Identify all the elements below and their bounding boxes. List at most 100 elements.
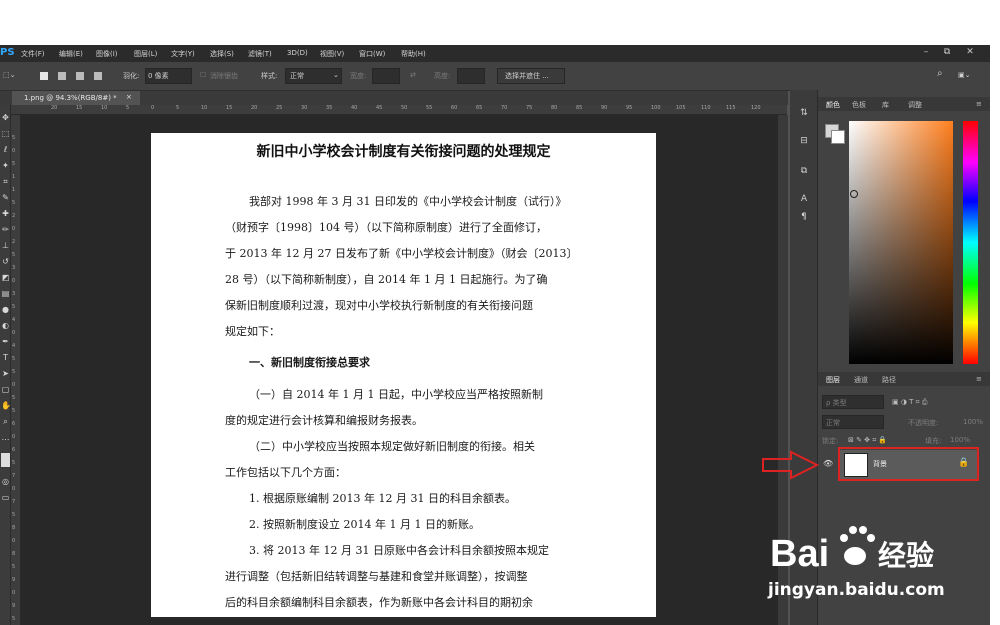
width-input[interactable] [372, 68, 400, 84]
tab-layers[interactable]: 图层 [826, 375, 840, 385]
feather-value: 0 像素 [148, 72, 169, 80]
tab-channels[interactable]: 通道 [854, 375, 868, 385]
zoom-tool-icon[interactable]: ⌕ [1, 417, 10, 427]
shape-tool-icon[interactable]: ▢ [1, 385, 10, 395]
menu-window[interactable]: 窗口(W) [359, 49, 385, 59]
tab-swatches[interactable]: 色板 [852, 100, 866, 110]
gradient-tool-icon[interactable]: ▤ [1, 289, 10, 299]
doc-line: 规定如下： [225, 325, 280, 338]
lasso-tool-icon[interactable]: ℓ [1, 145, 10, 155]
tab-libraries[interactable]: 库 [882, 100, 889, 110]
hue-slider[interactable] [963, 121, 978, 364]
menu-3d[interactable]: 3D(D) [287, 49, 308, 57]
ruler-tick: 20 [251, 105, 258, 111]
actions-panel-icon[interactable]: ⧉ [796, 164, 812, 178]
minimize-button[interactable]: – [918, 46, 934, 59]
properties-panel-icon[interactable]: ⊟ [796, 134, 812, 148]
path-select-icon[interactable]: ➤ [1, 369, 10, 379]
healing-brush-icon[interactable]: ✚ [1, 209, 10, 219]
doc-line: 于 2013 年 12 月 27 日发布了新《中小学校会计制度》（财会〔2013… [225, 247, 578, 260]
ruler-tick: 30 [301, 105, 308, 111]
ruler-tick: 0 [12, 590, 16, 596]
ruler-tick: 2 [12, 213, 16, 219]
quick-mask-icon[interactable]: ◎ [1, 477, 10, 487]
ruler-tick: 115 [726, 105, 736, 111]
ruler-tick: 75 [526, 105, 533, 111]
foreground-color-swatch[interactable] [1, 453, 10, 467]
options-bar: ⬚⌄ 羽化: 0 像素 ☐ 消除锯齿 样式: 正常 ⌄ 宽度: ⇄ 高度: 选择… [0, 62, 990, 91]
annotation-arrow-icon [762, 450, 820, 480]
ruler-tick: 105 [676, 105, 686, 111]
pen-tool-icon[interactable]: ✒ [1, 337, 10, 347]
search-icon[interactable]: ⌕ [937, 68, 943, 79]
doc-line: 28 号）（以下简称新制度），自 2014 年 1 月 1 日起施行。为了确 [225, 273, 548, 286]
eye-icon[interactable]: 👁 [823, 459, 833, 468]
color-picker-handle[interactable] [850, 190, 858, 198]
stamp-tool-icon[interactable]: ⊥ [1, 241, 10, 251]
dodge-tool-icon[interactable]: ◐ [1, 321, 10, 331]
menu-view[interactable]: 视图(V) [320, 49, 344, 59]
eyedropper-icon[interactable]: ✎ [1, 193, 10, 203]
hand-tool-icon[interactable]: ✋ [1, 401, 11, 411]
marquee-tool-icon[interactable]: ⬚⌄ [3, 71, 15, 79]
menu-file[interactable]: 文件(F) [21, 49, 45, 59]
ruler-tick: 5 [12, 304, 16, 310]
menu-layer[interactable]: 图层(L) [134, 49, 157, 59]
menu-image[interactable]: 图像(I) [96, 49, 118, 59]
subtract-selection-icon[interactable] [76, 72, 84, 80]
history-panel-icon[interactable]: ⇅ [796, 106, 812, 120]
ruler-tick: 5 [12, 369, 16, 375]
panel-menu-icon[interactable]: ≡ [976, 100, 982, 108]
menu-edit[interactable]: 编辑(E) [59, 49, 83, 59]
ruler-tick: 10 [201, 105, 208, 111]
opacity-value[interactable]: 100% [963, 418, 1000, 432]
ruler-tick: 110 [701, 105, 711, 111]
color-spectrum[interactable] [849, 121, 953, 364]
crop-tool-icon[interactable]: ⌗ [1, 177, 10, 187]
style-value: 正常 [290, 72, 304, 80]
ruler-tick: 70 [501, 105, 508, 111]
doc-line: （二）中小学校应当按照本规定做好新旧制度的衔接。相关 [249, 440, 535, 453]
background-swatch[interactable] [831, 130, 845, 144]
type-tool-icon[interactable]: T [1, 353, 10, 363]
workspace-icon[interactable]: ▣⌄ [958, 71, 970, 79]
restore-button[interactable]: ⧉ [939, 46, 955, 59]
eraser-tool-icon[interactable]: ◩ [1, 273, 10, 283]
tab-paths[interactable]: 路径 [882, 375, 896, 385]
antialias-checkbox[interactable]: ☐ [200, 71, 206, 79]
menu-help[interactable]: 帮助(H) [401, 49, 426, 59]
document-tab[interactable]: 1.png @ 94.3%(RGB/8#) * × [12, 91, 140, 105]
menu-type[interactable]: 文字(Y) [171, 49, 195, 59]
new-selection-icon[interactable] [40, 72, 48, 80]
history-brush-icon[interactable]: ↺ [1, 257, 10, 267]
tab-color[interactable]: 颜色 [826, 100, 840, 110]
swap-icon[interactable]: ⇄ [410, 71, 416, 79]
close-window-button[interactable]: ✕ [962, 46, 978, 59]
toolbox: ✥ ⬚ ℓ ✦ ⌗ ✎ ✚ ✏ ⊥ ↺ ◩ ▤ ● ◐ ✒ T ➤ ▢ ✋ ⌕ … [0, 105, 11, 625]
intersect-selection-icon[interactable] [94, 72, 102, 80]
document-page[interactable]: 新旧中小学校会计制度有关衔接问题的处理规定 我部对 1998 年 3 月 31 … [151, 133, 656, 617]
paragraph-panel-icon[interactable]: ¶ [796, 210, 812, 224]
add-selection-icon[interactable] [58, 72, 66, 80]
tab-adjustments[interactable]: 调整 [908, 100, 922, 110]
brush-tool-icon[interactable]: ✏ [1, 225, 10, 235]
feather-label: 羽化: [123, 72, 140, 80]
horizontal-ruler: 20 15 10 5 0 5 10 15 20 25 30 35 40 45 50 55 60 65 70 75 80 8… [11, 105, 787, 115]
doc-line: 工作包括以下几个方面： [225, 466, 346, 479]
move-tool-icon[interactable]: ✥ [1, 113, 10, 123]
menu-select[interactable]: 选择(S) [210, 49, 234, 59]
screen-mode-icon[interactable]: ▭ [1, 493, 10, 503]
ruler-tick: 2 [12, 239, 16, 245]
magic-wand-icon[interactable]: ✦ [1, 161, 10, 171]
panel-menu-icon[interactable]: ≡ [976, 375, 982, 383]
more-tools-icon[interactable]: … [1, 433, 10, 443]
filter-icons[interactable]: ▣ ◑ T ⌗ ⎙ [892, 398, 1000, 412]
menu-filter[interactable]: 滤镜(T) [248, 49, 272, 59]
character-panel-icon[interactable]: A [796, 192, 812, 206]
marquee-tool-icon[interactable]: ⬚ [1, 129, 10, 139]
blur-tool-icon[interactable]: ● [1, 305, 10, 315]
menu-bar: PS 文件(F) 编辑(E) 图像(I) 图层(L) 文字(Y) 选择(S) 滤… [0, 45, 990, 62]
tab-close-icon[interactable]: × [126, 93, 132, 101]
height-input[interactable] [457, 68, 485, 84]
ruler-tick: 4 [12, 317, 16, 323]
